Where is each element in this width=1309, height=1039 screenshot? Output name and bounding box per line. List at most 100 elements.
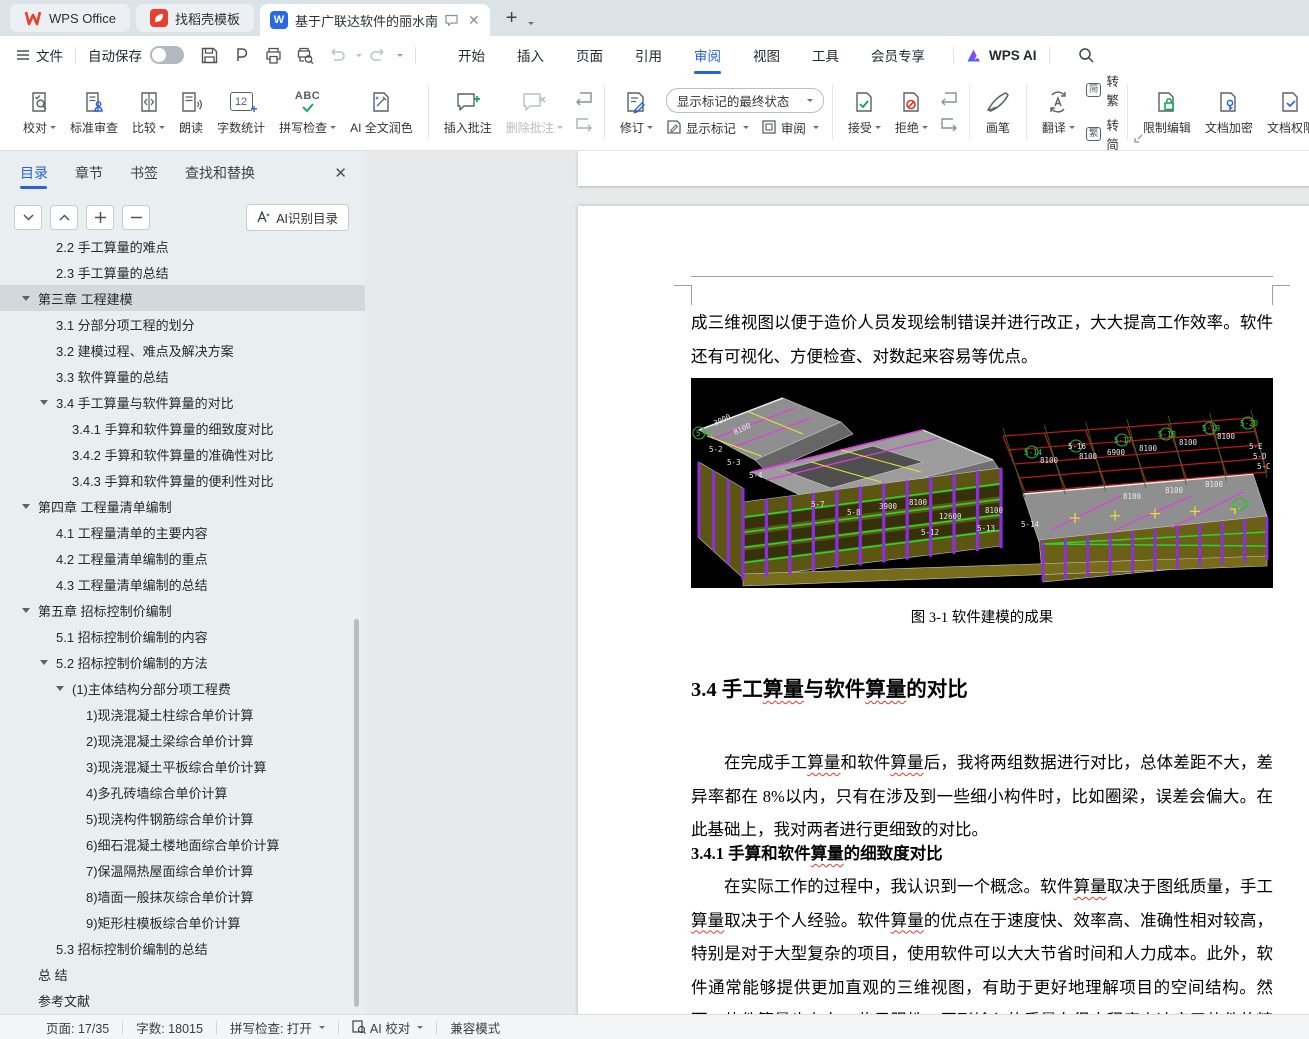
search-icon[interactable] [1076,44,1098,66]
toc-item[interactable]: 3.3 软件算量的总结 [0,363,365,389]
toc-item[interactable]: 1)现浇混凝土柱综合单价计算 [0,701,365,727]
next-change-icon[interactable] [937,114,961,136]
file-menu-button[interactable]: 文件 [16,45,63,65]
review-pane-button[interactable]: 审阅 [761,118,819,137]
paragraph[interactable]: 成三维视图以便于造价人员发现绘制错误并进行改正，大大提高工作效率。软件还有可视化… [691,306,1273,373]
zoom-in-level-button[interactable] [86,204,114,230]
menu-tab-5[interactable]: 视图 [737,36,796,74]
collapse-all-button[interactable] [14,204,42,230]
tab-document-active[interactable]: W 基于广联达软件的丽水南城五 ✕ [259,4,490,36]
menu-tab-1[interactable]: 插入 [501,36,560,74]
menu-tab-0[interactable]: 开始 [442,36,501,74]
menu-tab-6[interactable]: 工具 [796,36,855,74]
menu-tab-4[interactable]: 审阅 [678,36,737,74]
accept-button[interactable]: 接受 [841,84,888,141]
toc-collapse-arrow-icon[interactable] [22,503,30,513]
sidebar-tab-2[interactable]: 书签 [130,151,158,195]
toc-item[interactable]: 4.3 工程量清单编制的总结 [0,571,365,597]
figure-image[interactable]: 5-4 3000 8100 5-2 5-3 5-4 5-7 5-8 3900 8100 12600 8… [691,378,1273,588]
close-tab-icon[interactable]: ✕ [468,12,480,29]
toc-item[interactable]: 3)现浇混凝土平板综合单价计算 [0,753,365,779]
toc-item[interactable]: 3.4.3 手算和软件算量的便利性对比 [0,467,365,493]
toc-item[interactable]: 8)墙面一般抹灰综合单价计算 [0,883,365,909]
zoom-out-level-button[interactable] [122,204,150,230]
toc-item[interactable]: 2.3 手工算量的总结 [0,259,365,285]
toc-item[interactable]: 第五章 招标控制价编制 [0,597,365,623]
paragraph[interactable]: 在完成手工算量和软件算量后，我将两组数据进行对比，总体差距不大，差异率都在 8%… [691,746,1273,847]
toc-collapse-arrow-icon[interactable] [22,295,30,305]
word-count-button[interactable]: 12 + 字数统计 [210,84,272,141]
proofread-button[interactable]: 校对 [16,84,63,141]
sidebar-tab-1[interactable]: 章节 [75,151,103,195]
tab-wps-office[interactable]: WPS Office [10,4,130,32]
menu-tab-3[interactable]: 引用 [619,36,678,74]
document-page[interactable]: 成三维视图以便于造价人员发现绘制错误并进行改正，大大提高工作效率。软件还有可视化… [578,206,1309,1014]
expand-all-button[interactable] [50,204,78,230]
menu-tab-2[interactable]: 页面 [560,36,619,74]
toc-item[interactable]: 4)多孔砖墙综合单价计算 [0,779,365,805]
tab-docer-templates[interactable]: 找稻壳模板 [135,4,254,32]
toc-item[interactable]: 9)矩形柱模板综合单价计算 [0,909,365,935]
revision-button[interactable]: 修订 [613,84,660,141]
toc-item[interactable]: 3.4.2 手算和软件算量的准确性对比 [0,441,365,467]
toc-item[interactable]: 5.1 招标控制价编制的内容 [0,623,365,649]
to-traditional-button[interactable]: 简 转繁 [1085,71,1119,109]
markup-state-select[interactable]: 显示标记的最终状态 [665,87,824,113]
restrict-edit-button[interactable]: 限制编辑 [1136,84,1198,141]
tab-list-chevron-icon[interactable] [528,22,535,28]
toc-item[interactable]: 3.2 建模过程、难点及解决方案 [0,337,365,363]
history-chevron-icon[interactable] [397,54,403,60]
toc-item[interactable]: 5)现浇构件钢筋综合单价计算 [0,805,365,831]
new-tab-button[interactable]: + [506,7,518,30]
insert-comment-button[interactable]: 插入批注 [437,84,499,141]
toc-item[interactable]: 5.3 招标控制价编制的总结 [0,935,365,961]
comment-bubble-icon[interactable] [444,13,459,27]
previous-change-icon[interactable] [937,88,961,110]
ai-polish-button[interactable]: AI 全文润色 [343,84,420,141]
toc-item[interactable]: 参考文献 [0,987,365,1013]
toc-item[interactable]: 5.2 招标控制价编制的方法 [0,649,365,675]
figure-caption[interactable]: 图 3-1 软件建模的成果 [691,606,1273,627]
toc-item[interactable]: 第四章 工程量清单编制 [0,493,365,519]
wps-ai-button[interactable]: WPS AI [966,48,1037,63]
toc-item[interactable]: 总 结 [0,961,365,987]
next-comment-icon[interactable] [572,114,596,136]
translate-button[interactable]: 翻译 [1035,84,1082,141]
toc-item[interactable]: 6)细石混凝土楼地面综合单价计算 [0,831,365,857]
spell-check-button[interactable]: ABC 拼写检查 [272,84,343,141]
toc-item[interactable]: 3.4.1 手算和软件算量的细致度对比 [0,415,365,441]
toc-collapse-arrow-icon[interactable] [56,685,64,695]
paragraph[interactable]: 在实际工作的过程中，我认识到一个概念。软件算量取决于图纸质量，手工算量取决于个人… [691,870,1273,1014]
spellcheck-status[interactable]: 拼写检查: 打开 [230,1018,325,1037]
toc-scrollbar[interactable] [354,619,359,1007]
toc-item[interactable]: 3.4 手工算量与软件算量的对比 [0,389,365,415]
show-markup-button[interactable]: 显示标记 [666,118,749,137]
ai-recognize-toc-button[interactable]: AI识别目录 [246,203,349,231]
subsection-heading[interactable]: 3.4.1 手算和软件算量的细致度对比 [691,840,1273,864]
toc-item[interactable]: 2)现浇混凝土梁综合单价计算 [0,727,365,753]
print-preview-icon[interactable] [294,44,316,66]
to-simplified-button[interactable]: 繁 转简 [1085,115,1119,153]
encrypt-button[interactable]: 文档加密 [1198,84,1260,141]
compare-button[interactable]: 比较 [125,84,172,141]
section-heading[interactable]: 3.4 手工算量与软件算量的对比 [691,672,1273,702]
read-aloud-button[interactable]: 朗读 [172,84,210,141]
toc-item[interactable]: 4.2 工程量清单编制的重点 [0,545,365,571]
sidebar-tab-3[interactable]: 查找和替换 [185,151,255,195]
ribbon-expand-icon[interactable] [1134,134,1143,143]
save-icon[interactable] [198,44,220,66]
sidebar-tab-0[interactable]: 目录 [20,151,48,195]
toc-item[interactable]: 第三章 工程建模 [0,285,365,311]
toc-item[interactable]: 3.1 分部分项工程的划分 [0,311,365,337]
doc-rights-button[interactable]: 文档权限 [1260,84,1309,141]
previous-comment-icon[interactable] [572,88,596,110]
pen-button[interactable]: 画笔 [978,84,1018,141]
autosave-toggle[interactable] [150,46,184,64]
toc-collapse-arrow-icon[interactable] [40,399,48,409]
close-sidebar-icon[interactable]: ✕ [334,164,347,182]
toc-item[interactable]: 7)保温隔热屋面综合单价计算 [0,857,365,883]
standard-review-button[interactable]: 标准审查 [63,84,125,141]
print-icon[interactable] [262,44,284,66]
export-pdf-icon[interactable] [230,44,252,66]
menu-tab-7[interactable]: 会员专享 [855,36,941,74]
